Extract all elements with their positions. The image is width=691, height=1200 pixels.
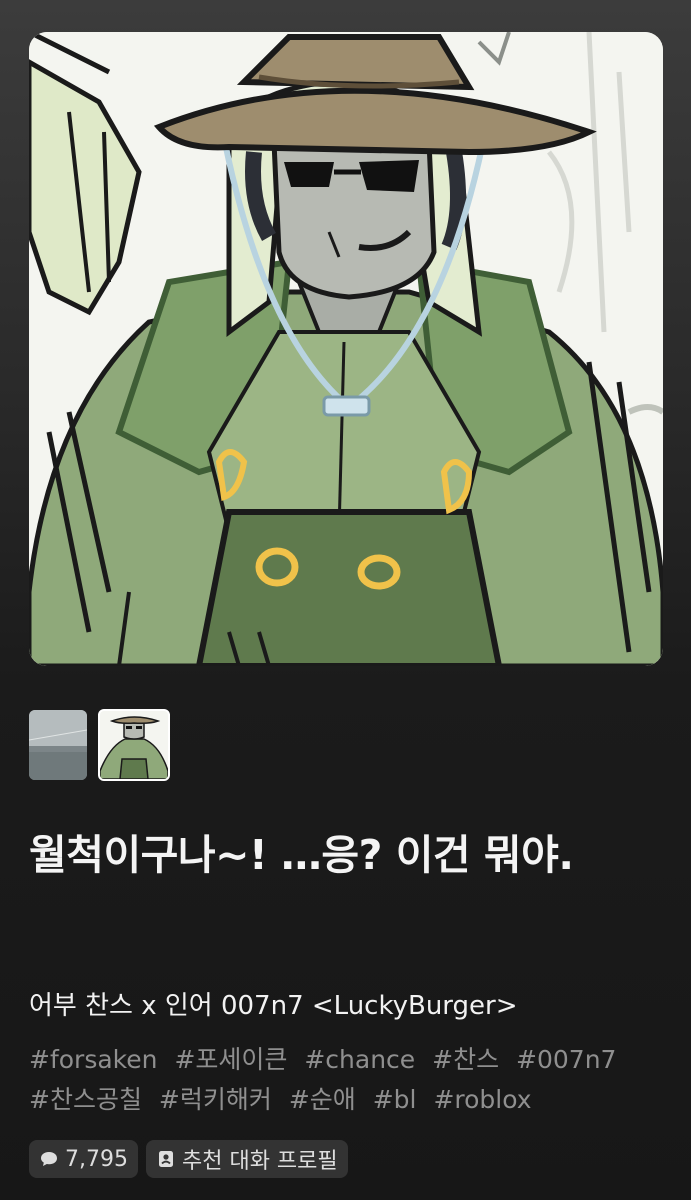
tag-link[interactable]: #찬스공칠	[29, 1085, 142, 1114]
speech-bubble-icon	[41, 1152, 57, 1166]
tag-link[interactable]: #찬스	[432, 1045, 499, 1074]
post-subtitle: 어부 찬스 x 인어 007n7 <LuckyBurger>	[29, 991, 518, 1021]
comment-count: 7,795	[65, 1146, 128, 1172]
tag-link[interactable]: #chance	[304, 1045, 415, 1074]
sea-landscape-thumbnail[interactable]	[29, 710, 87, 780]
tag-link[interactable]: #포세이큰	[174, 1045, 287, 1074]
tag-list: #forsaken #포세이큰 #chance #찬스 #007n7 #찬스공칠…	[29, 1040, 669, 1120]
character-thumbnail[interactable]	[98, 709, 170, 781]
character-illustration[interactable]	[29, 32, 663, 666]
comment-count-badge[interactable]: 7,795	[29, 1140, 138, 1178]
tag-link[interactable]: #순애	[289, 1085, 356, 1114]
recommended-profile-badge[interactable]: 추천 대화 프로필	[145, 1140, 348, 1178]
post-title: 월척이구나~! …응? 이건 뭐야.	[29, 831, 574, 879]
profile-label: 추천 대화 프로필	[181, 1149, 338, 1174]
tag-link[interactable]: #007n7	[516, 1045, 616, 1074]
tag-link[interactable]: #roblox	[433, 1085, 531, 1114]
tag-link[interactable]: #럭키해커	[159, 1085, 272, 1114]
profile-card-icon	[158, 1151, 173, 1167]
tag-link[interactable]: #forsaken	[29, 1045, 157, 1074]
stats-row: 7,795 추천 대화 프로필	[29, 1140, 348, 1178]
tag-link[interactable]: #bl	[373, 1085, 417, 1114]
gallery-thumbnails	[29, 709, 170, 781]
